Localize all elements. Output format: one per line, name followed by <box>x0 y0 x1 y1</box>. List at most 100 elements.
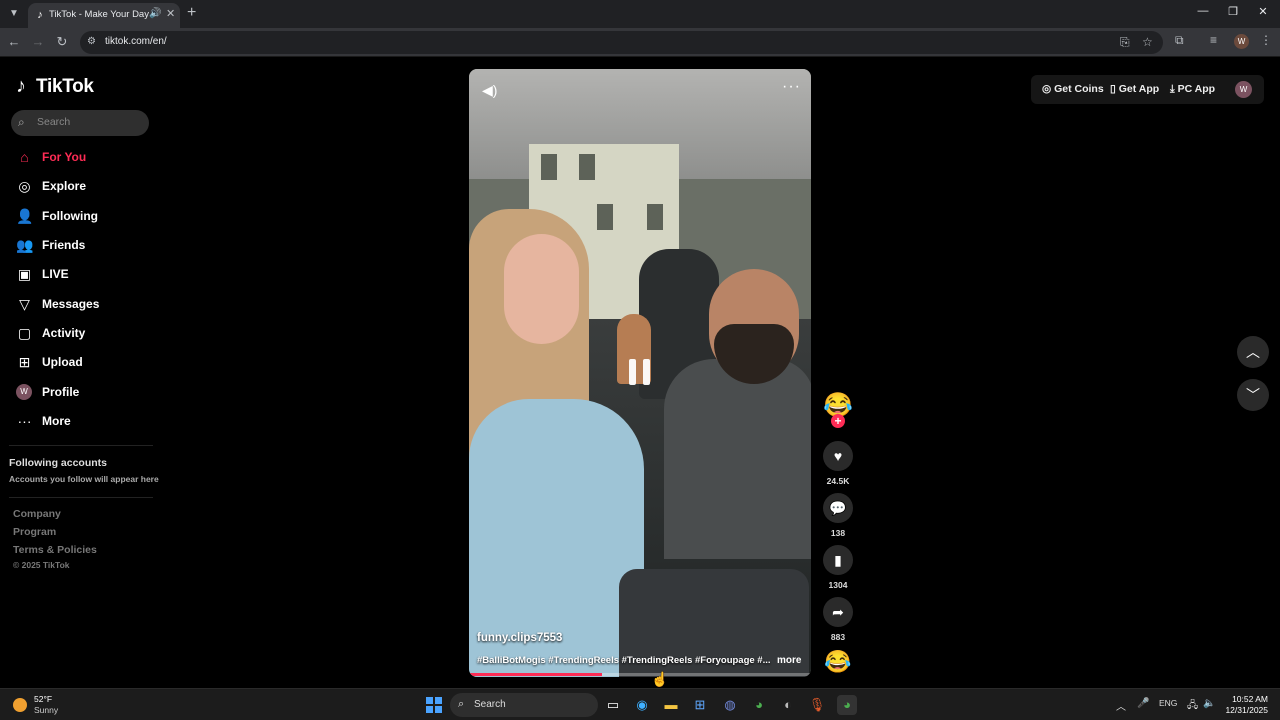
friends-icon: 👥 <box>16 237 34 253</box>
nav-live[interactable]: ▣ LIVE <box>16 265 156 285</box>
new-tab-button[interactable]: + <box>187 4 196 22</box>
divider <box>9 497 153 498</box>
store-icon[interactable]: ⊞ <box>690 695 710 715</box>
language-indicator[interactable]: ENG <box>1159 698 1177 708</box>
install-app-icon[interactable]: ⎘ <box>1120 35 1130 50</box>
reload-icon[interactable]: ↻ <box>54 34 70 50</box>
video-frame-woman-face <box>504 234 579 344</box>
tab-audio-icon[interactable]: 🔊 <box>149 8 161 19</box>
next-video-button[interactable]: ﹀ <box>1237 379 1269 411</box>
nav-activity[interactable]: ▢ Activity <box>16 324 156 344</box>
browser-tab[interactable]: ♪ TikTok - Make Your Day 🔊 ✕ <box>28 3 180 28</box>
windows-start-icon[interactable] <box>426 697 442 713</box>
nav-label: For You <box>42 150 87 164</box>
tab-search-icon[interactable]: ▼ <box>4 4 24 24</box>
task-view-icon[interactable]: ▭ <box>603 695 623 715</box>
weather-temp[interactable]: 52°F <box>34 694 52 704</box>
video-frame-man-shirt <box>664 359 811 559</box>
bookmark-star-icon[interactable]: ☆ <box>1142 35 1153 49</box>
activity-icon: ▢ <box>17 325 32 341</box>
following-icon: 👤 <box>16 208 34 224</box>
nav-for-you[interactable]: ⌂ For You <box>16 148 156 168</box>
search-input[interactable] <box>37 116 137 128</box>
video-progress-bar[interactable] <box>469 673 811 676</box>
compass-icon: ◎ <box>18 178 31 194</box>
copyright: © 2025 TikTok <box>13 560 70 570</box>
caption-more-button[interactable]: more <box>777 655 801 666</box>
footer-link-terms[interactable]: Terms & Policies <box>13 544 97 556</box>
pc-app-button[interactable]: ⤓ PC App <box>1170 83 1215 96</box>
maximize-button[interactable]: ❐ <box>1223 5 1243 18</box>
nav-following[interactable]: 👤 Following <box>16 207 156 227</box>
nav-label: Upload <box>42 355 83 369</box>
chrome-icon[interactable]: ◕ <box>749 695 769 715</box>
logo-text: TikTok <box>36 76 94 97</box>
video-username[interactable]: funny.clips7553 <box>477 632 562 644</box>
get-app-button[interactable]: ▯ Get App <box>1110 83 1159 95</box>
user-avatar[interactable]: W <box>1235 81 1252 98</box>
tray-chevron-up-icon[interactable]: ︿ <box>1116 698 1126 713</box>
get-app-label: Get App <box>1118 83 1160 95</box>
sun-icon[interactable] <box>13 698 27 712</box>
minimize-button[interactable]: — <box>1193 5 1213 17</box>
site-info-icon[interactable]: ⚙ <box>87 36 96 47</box>
back-icon[interactable]: ← <box>6 34 22 49</box>
get-coins-button[interactable]: ◎ Get Coins <box>1042 83 1104 95</box>
taskbar-search[interactable]: ⌕ Search <box>450 693 598 717</box>
browser-profile-avatar[interactable]: W <box>1234 34 1249 49</box>
weather-condition[interactable]: Sunny <box>34 705 58 715</box>
save-count: 1304 <box>828 580 848 590</box>
share-count: 883 <box>830 632 846 642</box>
footer-link-program[interactable]: Program <box>13 526 56 538</box>
share-button[interactable]: ➦ <box>823 597 853 627</box>
edge-icon[interactable]: ◉ <box>632 695 652 715</box>
media-control-icon[interactable]: ≡ <box>1210 33 1217 47</box>
speaker-icon[interactable]: 🔈 <box>1203 698 1215 709</box>
nav-label: Following <box>42 209 98 223</box>
like-button[interactable]: ♥ <box>823 441 853 471</box>
nav-messages[interactable]: ▽ Messages <box>16 295 156 315</box>
discord-icon[interactable]: ◍ <box>720 695 740 715</box>
file-explorer-icon[interactable]: ▬ <box>661 695 681 715</box>
video-player[interactable]: ◀) ··· funny.clips7553 #BalliBotMogis #T… <box>469 69 811 677</box>
network-icon[interactable]: 🖧 <box>1187 698 1198 715</box>
follow-plus-icon[interactable]: + <box>831 414 845 428</box>
comment-button[interactable]: 💬 <box>823 493 853 523</box>
omnibox[interactable]: ⚙ tiktok.com/en/ ⎘ ☆ <box>80 31 1163 54</box>
nav-upload[interactable]: ⊞ Upload <box>16 353 156 373</box>
steam-icon[interactable]: ◐ <box>778 695 798 715</box>
bookmark-icon: ▮ <box>834 552 842 568</box>
home-icon: ⌂ <box>20 149 29 165</box>
browser-menu-icon[interactable]: ⋮ <box>1260 33 1272 47</box>
previous-video-button[interactable]: ︿ <box>1237 336 1269 368</box>
volume-icon[interactable]: ◀) <box>482 82 497 99</box>
browser-tab-bar: ▼ ♪ TikTok - Make Your Day 🔊 ✕ + — ❐ ✕ <box>0 0 1280 28</box>
video-hashtags[interactable]: #BalliBotMogis #TrendingReels #TrendingR… <box>477 655 771 666</box>
microphone-app-icon[interactable]: 🎙 <box>807 695 827 715</box>
nav-friends[interactable]: 👥 Friends <box>16 236 156 256</box>
nav-label: Explore <box>42 179 87 193</box>
forward-icon[interactable]: → <box>30 34 46 49</box>
mic-tray-icon[interactable]: 🎤 <box>1137 698 1149 709</box>
pause-icon[interactable] <box>623 355 657 389</box>
music-disc-icon[interactable]: 😂 <box>824 648 852 676</box>
comment-count: 138 <box>830 528 846 538</box>
live-icon: ▣ <box>17 266 32 282</box>
footer-link-company[interactable]: Company <box>13 508 61 520</box>
nav-profile[interactable]: W Profile <box>16 383 156 403</box>
tab-close-icon[interactable]: ✕ <box>166 7 175 20</box>
avatar: W <box>16 384 32 400</box>
search-box[interactable]: ⌕ <box>11 110 149 136</box>
extensions-icon[interactable]: ⧉ <box>1175 33 1184 48</box>
nav-explore[interactable]: ◎ Explore <box>16 177 156 197</box>
url-text[interactable]: tiktok.com/en/ <box>105 36 167 47</box>
nav-more[interactable]: ··· More <box>16 412 156 432</box>
clock-date[interactable]: 12/31/2025 <box>1220 705 1268 715</box>
clock-time[interactable]: 10:52 AM <box>1226 694 1268 704</box>
video-more-icon[interactable]: ··· <box>782 78 801 96</box>
nav-label: More <box>42 414 71 428</box>
close-window-button[interactable]: ✕ <box>1253 5 1273 18</box>
like-count: 24.5K <box>826 476 850 486</box>
chrome-active-icon[interactable]: ◕ <box>837 695 857 715</box>
save-button[interactable]: ▮ <box>823 545 853 575</box>
